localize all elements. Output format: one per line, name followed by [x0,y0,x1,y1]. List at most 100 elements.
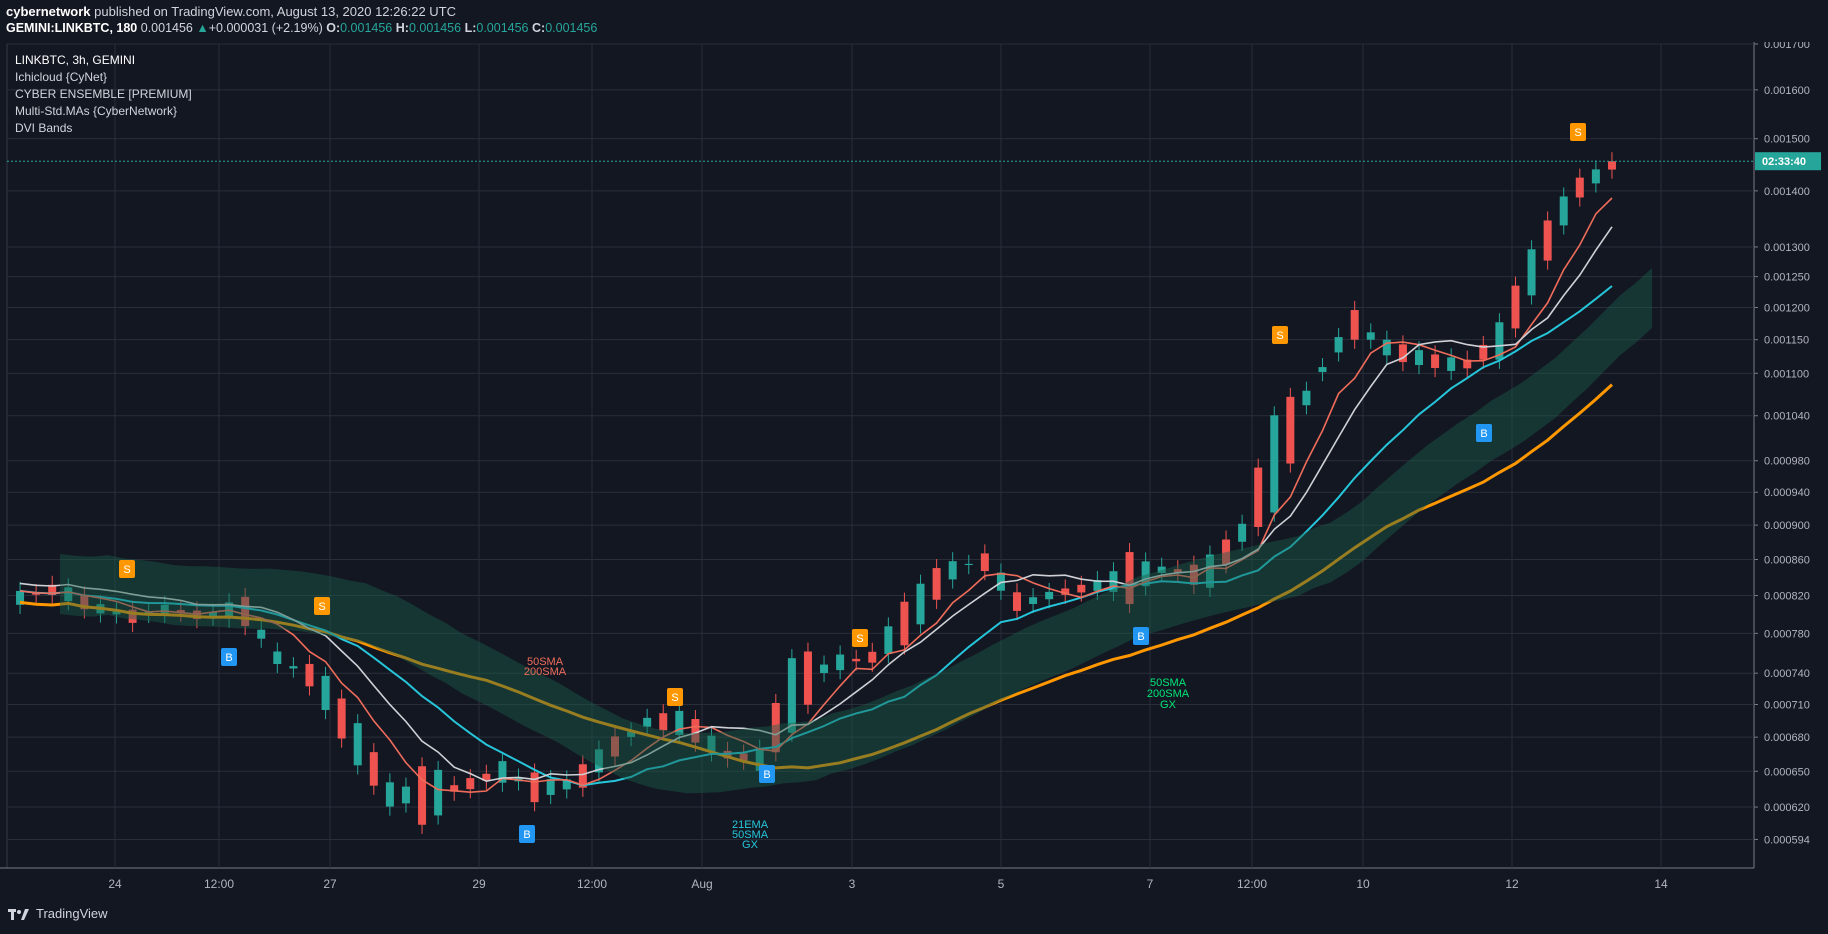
price-tick-label: 0.001100 [1764,368,1809,380]
candle [289,666,298,669]
time-tick-label: 24 [108,877,122,891]
price-tick-label: 0.000650 [1764,766,1810,778]
up-arrow-icon: ▲ [196,21,209,35]
ma-cross-annotation: 200SMA [524,666,567,678]
candle [1527,249,1536,296]
candle [1559,196,1568,226]
candle [868,651,877,663]
candle [900,601,909,646]
price-tick-label: 0.000900 [1764,520,1810,532]
price-tick-label: 0.000980 [1764,456,1810,468]
buy-signal-label: B [225,652,232,664]
sell-signal-label: S [856,633,863,645]
candle [820,664,829,673]
candle [466,778,475,790]
price-tick-label: 0.001300 [1764,242,1810,254]
time-tick-label: 3 [849,877,856,891]
candle [803,651,812,705]
legend-item[interactable]: Ichicloud {CyNet} [15,69,192,86]
candle [948,561,957,580]
candle [1382,339,1391,356]
time-tick-label: 27 [323,877,337,891]
buy-signal-label: B [523,829,530,841]
candle [1415,350,1423,366]
price-tick-label: 0.001500 [1764,134,1810,146]
candle [1238,523,1247,542]
legend-item[interactable]: Multi-Std.MAs {CyberNetwork} [15,103,192,120]
candle [1431,354,1440,368]
candle [964,563,973,566]
time-tick-label: Aug [691,877,712,891]
sell-signal-label: S [123,564,130,576]
candle [787,658,796,733]
price-tick-label: 0.001200 [1764,302,1810,314]
candle [1302,390,1311,406]
ma-cross-annotation: GX [742,839,759,851]
candle [305,663,314,687]
high-label: H: [395,21,409,35]
buy-signal-label: B [763,769,770,781]
price-chart[interactable]: 0.001700 0.001600 0.001500 0.001400 0.001300… [0,42,1828,900]
candle [385,782,394,807]
sell-signal-label: S [318,601,325,613]
sell-signal-label: S [1276,330,1283,342]
author-name[interactable]: cybernetwork [6,4,91,19]
legend-item[interactable]: DVI Bands [15,120,192,137]
low-label: L: [464,21,477,35]
legend-item[interactable]: LINKBTC, 3h, GEMINI [15,52,192,69]
ma-cross-annotation: GX [1160,699,1177,711]
publish-info: cybernetwork published on TradingView.co… [6,4,456,19]
sell-signal-label: S [671,692,678,704]
open-value: 0.001456 [340,21,393,35]
time-tick-label: 5 [998,877,1005,891]
countdown-label: 02:33:40 [1762,156,1806,168]
ohlc-bar: GEMINI:LINKBTC, 180 0.001456 ▲+0.000031 … [6,21,597,35]
candle [1045,591,1054,600]
candle [932,568,941,600]
publish-text: published on TradingView.com, August 13,… [94,4,457,19]
price-tick-label: 0.000620 [1764,802,1810,814]
price-tick-label: 0.000820 [1764,591,1810,603]
candle [1543,220,1552,261]
candle [530,772,539,803]
candle [1607,161,1616,170]
price-tick-label: 0.000680 [1764,732,1810,744]
candle [1366,332,1375,340]
buy-signal-label: B [1480,428,1487,440]
candle [353,723,362,766]
footer-brand[interactable]: TradingView [8,906,108,921]
last-price: 0.001456 [140,21,193,35]
low-value: 0.001456 [476,21,529,35]
open-label: O: [326,21,341,35]
candle [257,629,266,639]
time-tick-label: 12 [1505,877,1519,891]
close-label: C: [532,21,546,35]
candle [884,626,893,654]
high-value: 0.001456 [408,21,462,35]
candle [1077,584,1086,593]
price-tick-label: 0.001040 [1764,411,1810,423]
price-tick-label: 0.000740 [1764,668,1810,680]
legend-item[interactable]: CYBER ENSEMBLE [PREMIUM] [15,86,192,103]
time-tick-label: 29 [472,877,486,891]
price-tick-label: 0.000594 [1764,834,1810,846]
price-tick-label: 0.000940 [1764,487,1810,499]
time-tick-label: 7 [1147,877,1154,891]
price-tick-label: 0.000860 [1764,555,1810,567]
candle [1350,310,1359,340]
candle [1575,177,1584,198]
candle [1029,597,1038,604]
price-tick-label: 0.001150 [1764,335,1809,347]
candle [1270,415,1279,513]
candle [401,786,410,804]
candle [369,752,378,786]
brand-name: TradingView [36,906,108,921]
candle [1286,396,1295,464]
price-tick-label: 0.000710 [1764,700,1810,712]
candle [916,583,925,625]
candle [836,654,845,671]
symbol-label[interactable]: GEMINI:LINKBTC, 180 [6,21,137,35]
time-tick-label: 14 [1654,877,1668,891]
price-tick-label: 0.000780 [1764,628,1810,640]
candle [418,766,427,825]
